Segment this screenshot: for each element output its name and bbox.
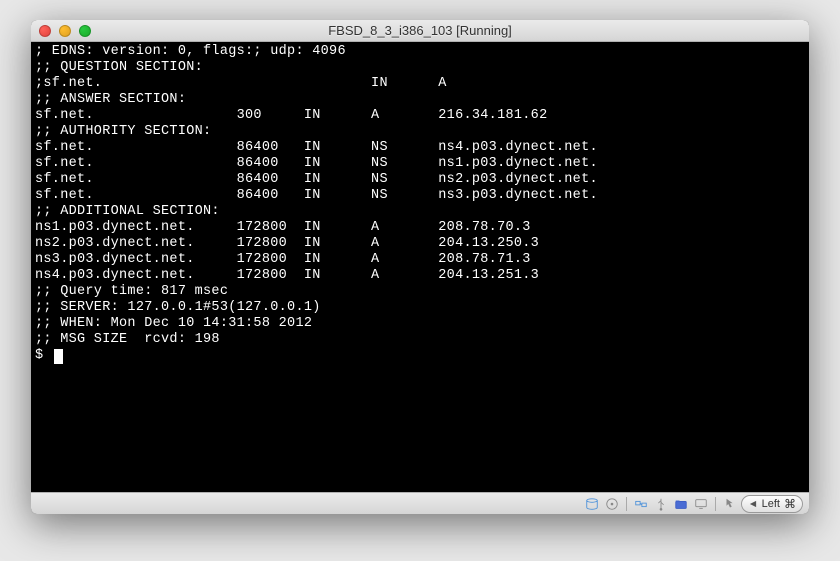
terminal-cursor [54,349,63,364]
host-key-button[interactable]: Left ⌘ [741,495,803,513]
network-icon[interactable] [632,495,650,513]
terminal-line: ns3.p03.dynect.net. 172800 IN A 208.78.7… [35,252,805,268]
terminal-line: ;; MSG SIZE rcvd: 198 [35,332,805,348]
terminal-line: sf.net. 86400 IN NS ns2.p03.dynect.net. [35,172,805,188]
separator [626,497,627,511]
terminal-line: sf.net. 86400 IN NS ns4.p03.dynect.net. [35,140,805,156]
separator [715,497,716,511]
terminal-prompt-line: $ [35,348,805,364]
shared-folder-icon[interactable] [672,495,690,513]
titlebar: FBSD_8_3_i386_103 [Running] [31,20,809,42]
mouse-integration-icon[interactable] [721,495,739,513]
terminal-line: ;sf.net. IN A [35,76,805,92]
window-title: FBSD_8_3_i386_103 [Running] [39,23,801,38]
terminal-line: ;; ADDITIONAL SECTION: [35,204,805,220]
vm-window: FBSD_8_3_i386_103 [Running] ; EDNS: vers… [31,20,809,514]
terminal-line: sf.net. 86400 IN NS ns1.p03.dynect.net. [35,156,805,172]
statusbar: Left ⌘ [31,492,809,514]
terminal-line: ;; WHEN: Mon Dec 10 14:31:58 2012 [35,316,805,332]
maximize-button[interactable] [79,25,91,37]
terminal-content[interactable]: ; EDNS: version: 0, flags:; udp: 4096;; … [31,42,809,492]
host-key-label: Left [762,498,780,510]
terminal-line: sf.net. 86400 IN NS ns3.p03.dynect.net. [35,188,805,204]
terminal-line: ; EDNS: version: 0, flags:; udp: 4096 [35,44,805,60]
terminal-line: sf.net. 300 IN A 216.34.181.62 [35,108,805,124]
minimize-button[interactable] [59,25,71,37]
close-button[interactable] [39,25,51,37]
display-icon[interactable] [692,495,710,513]
cmd-symbol: ⌘ [784,497,796,511]
terminal-line: ;; AUTHORITY SECTION: [35,124,805,140]
terminal-line: ns2.p03.dynect.net. 172800 IN A 204.13.2… [35,236,805,252]
traffic-lights [39,25,91,37]
optical-icon[interactable] [603,495,621,513]
terminal-prompt: $ [35,348,52,364]
usb-icon[interactable] [652,495,670,513]
terminal-line: ns4.p03.dynect.net. 172800 IN A 204.13.2… [35,268,805,284]
disk-icon[interactable] [583,495,601,513]
terminal-line: ns1.p03.dynect.net. 172800 IN A 208.78.7… [35,220,805,236]
terminal-line: ;; Query time: 817 msec [35,284,805,300]
terminal-line: ;; QUESTION SECTION: [35,60,805,76]
terminal-line: ;; ANSWER SECTION: [35,92,805,108]
terminal-line: ;; SERVER: 127.0.0.1#53(127.0.0.1) [35,300,805,316]
